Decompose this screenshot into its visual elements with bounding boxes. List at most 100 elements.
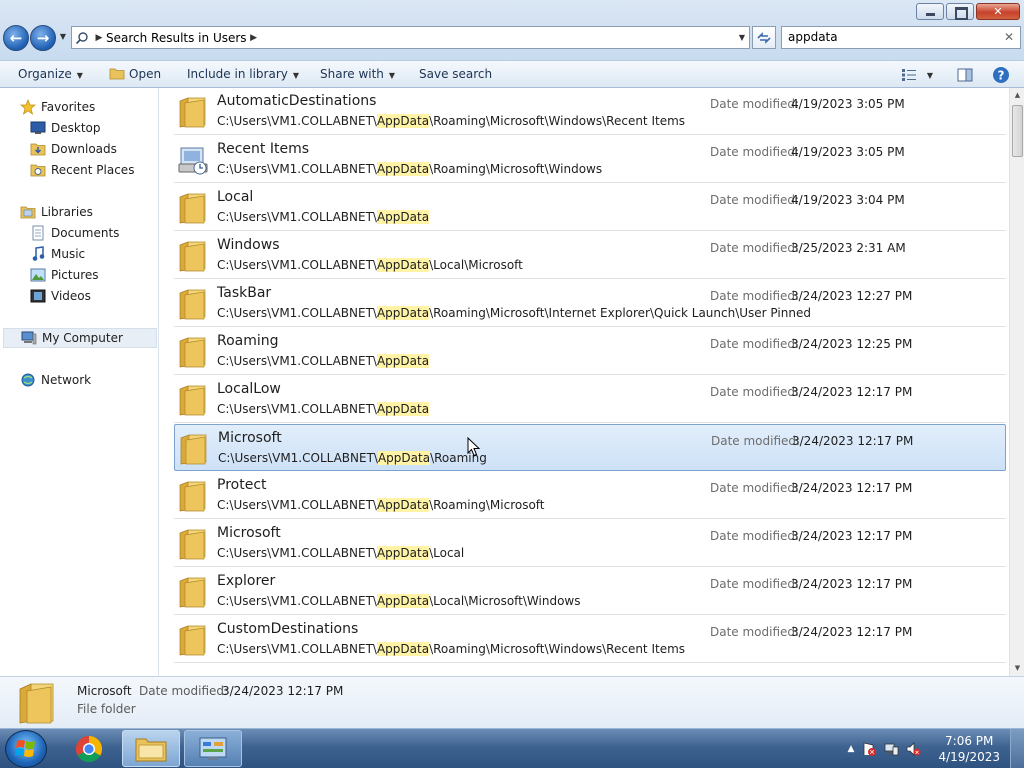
refresh-button[interactable] (752, 26, 776, 49)
organize-label: Organize (18, 67, 72, 81)
system-tray: ▲ ✕ ✕ (844, 729, 924, 768)
save-search-label: Save search (419, 67, 493, 81)
vertical-scrollbar[interactable]: ▲ ▼ (1009, 88, 1024, 676)
selected-folder-icon (19, 683, 54, 724)
open-button[interactable]: Open (109, 61, 161, 88)
preview-pane-button[interactable] (954, 66, 976, 84)
date-modified-label: Date modified: (710, 145, 800, 159)
date-modified-label: Date modified: (710, 385, 800, 399)
sidebar-item-recent-places[interactable]: Recent Places (30, 160, 134, 180)
folder-icon (178, 576, 208, 608)
restore-icon[interactable] (946, 3, 974, 20)
path-suffix: \Roaming\Microsoft\Internet Explorer\Qui… (429, 306, 811, 320)
result-row[interactable]: Windows C:\Users\VM1.COLLABNET\AppData\Lo… (174, 232, 1006, 279)
svg-text:?: ? (998, 69, 1005, 83)
share-with-button[interactable]: Share with ▼ (320, 61, 395, 88)
date-modified-label: Date modified: (710, 193, 800, 207)
volume-muted-icon[interactable]: ✕ (902, 741, 924, 757)
search-input[interactable]: appdata ✕ (781, 26, 1021, 49)
path-match-highlight: AppData (376, 162, 430, 176)
share-with-label: Share with (320, 67, 384, 81)
network-status-icon[interactable] (880, 741, 902, 757)
details-pane: Microsoft Date modified: 3/24/2023 12:17… (0, 676, 1024, 728)
close-icon[interactable] (976, 3, 1020, 20)
sidebar-item-favorites[interactable]: Favorites (20, 97, 95, 117)
address-history-dropdown-icon[interactable]: ▼ (739, 33, 745, 42)
path-prefix: C:\Users\VM1.COLLABNET\ (218, 451, 378, 465)
result-path: C:\Users\VM1.COLLABNET\AppData\Roaming\M… (217, 306, 811, 320)
show-hidden-icons-icon[interactable]: ▲ (844, 744, 858, 754)
result-row[interactable]: Explorer C:\Users\VM1.COLLABNET\AppData\L… (174, 568, 1006, 615)
save-search-button[interactable]: Save search (419, 61, 492, 88)
details-date-label: Date modified: (139, 684, 229, 698)
show-desktop-button[interactable] (1010, 729, 1024, 768)
breadcrumb-location[interactable]: Search Results in Users (106, 31, 247, 45)
path-match-highlight: AppData (376, 306, 430, 320)
date-modified-label: Date modified: (710, 577, 800, 591)
address-bar[interactable]: ▶ Search Results in Users ▶ ▼ (71, 26, 750, 49)
change-view-button[interactable] (898, 66, 920, 84)
result-row[interactable]: Roaming C:\Users\VM1.COLLABNET\AppData Dat… (174, 328, 1006, 375)
result-row[interactable]: AutomaticDestinations C:\Users\VM1.COLLAB… (174, 88, 1006, 135)
result-row[interactable]: Recent Items C:\Users\VM1.COLLABNET\AppDa… (174, 136, 1006, 183)
scrollbar-thumb[interactable] (1012, 105, 1023, 157)
sidebar-item-pictures[interactable]: Pictures (30, 265, 99, 285)
view-options-dropdown-icon[interactable]: ▼ (922, 66, 938, 84)
path-match-highlight: AppData (376, 114, 430, 128)
svg-text:✕: ✕ (869, 749, 875, 757)
date-modified-label: Date modified: (711, 434, 801, 448)
breadcrumb-separator-icon[interactable]: ▶ (247, 33, 261, 43)
path-prefix: C:\Users\VM1.COLLABNET\ (217, 402, 377, 416)
result-row[interactable]: Local C:\Users\VM1.COLLABNET\AppData Date … (174, 184, 1006, 231)
folder-icon (178, 624, 208, 656)
path-prefix: C:\Users\VM1.COLLABNET\ (217, 642, 377, 656)
recent-pages-dropdown[interactable]: ▼ (58, 31, 68, 43)
sidebar-item-libraries[interactable]: Libraries (20, 202, 93, 222)
star-icon (20, 99, 36, 115)
date-modified-label: Date modified: (710, 289, 800, 303)
result-row[interactable]: CustomDestinations C:\Users\VM1.COLLABNET… (174, 616, 1006, 663)
sidebar-item-videos[interactable]: Videos (30, 286, 91, 306)
date-modified-value: 3/24/2023 12:17 PM (791, 529, 913, 543)
date-modified-label: Date modified: (710, 625, 800, 639)
date-modified-value: 3/24/2023 12:17 PM (792, 434, 914, 448)
result-row[interactable]: TaskBar C:\Users\VM1.COLLABNET\AppData\Ro… (174, 280, 1006, 327)
scroll-down-icon[interactable]: ▼ (1010, 661, 1024, 676)
clear-search-icon[interactable]: ✕ (1004, 27, 1014, 48)
sidebar-item-my-computer[interactable]: My Computer (3, 328, 157, 348)
date-modified-value: 3/24/2023 12:17 PM (791, 577, 913, 591)
result-row[interactable]: Protect C:\Users\VM1.COLLABNET\AppData\Ro… (174, 472, 1006, 519)
result-name: Roaming (217, 333, 279, 349)
forward-button[interactable]: → (30, 25, 56, 51)
scroll-up-icon[interactable]: ▲ (1010, 88, 1024, 103)
result-row[interactable]: Microsoft C:\Users\VM1.COLLABNET\AppData\… (174, 520, 1006, 567)
svg-text:✕: ✕ (914, 749, 919, 756)
path-suffix: \Roaming\Microsoft\Windows (429, 162, 603, 176)
help-button[interactable]: ? (990, 66, 1012, 84)
back-button[interactable]: ← (3, 25, 29, 51)
path-suffix: \Roaming\Microsoft\Windows\Recent Items (429, 114, 686, 128)
sidebar-item-network[interactable]: Network (20, 370, 91, 390)
action-center-icon[interactable]: ✕ (858, 741, 880, 757)
result-row[interactable]: Microsoft C:\Users\VM1.COLLABNET\AppData\… (174, 424, 1006, 471)
include-in-library-label: Include in library (187, 67, 288, 81)
sidebar-item-desktop[interactable]: Desktop (30, 118, 101, 138)
breadcrumb-separator-icon[interactable]: ▶ (92, 33, 106, 43)
date-modified-value: 3/25/2023 2:31 AM (791, 241, 906, 255)
result-row[interactable]: LocalLow C:\Users\VM1.COLLABNET\AppData Da… (174, 376, 1006, 423)
include-in-library-button[interactable]: Include in library ▼ (187, 61, 299, 88)
minimize-icon[interactable] (916, 3, 944, 20)
taskbar-windows-explorer[interactable] (122, 730, 180, 767)
result-path: C:\Users\VM1.COLLABNET\AppData\Roaming\M… (217, 162, 602, 176)
sidebar-item-documents[interactable]: Documents (30, 223, 119, 243)
folder-icon (178, 240, 208, 272)
taskbar-chrome[interactable] (60, 730, 118, 767)
taskbar-control-panel[interactable] (184, 730, 242, 767)
taskbar-clock[interactable]: 7:06 PM 4/19/2023 (938, 733, 1000, 765)
start-button[interactable] (5, 730, 47, 768)
sidebar-item-downloads[interactable]: Downloads (30, 139, 117, 159)
path-match-highlight: AppData (377, 451, 431, 465)
organize-button[interactable]: Organize ▼ (18, 61, 83, 88)
sidebar-item-music[interactable]: Music (30, 244, 85, 264)
windows-logo-icon (15, 740, 35, 757)
